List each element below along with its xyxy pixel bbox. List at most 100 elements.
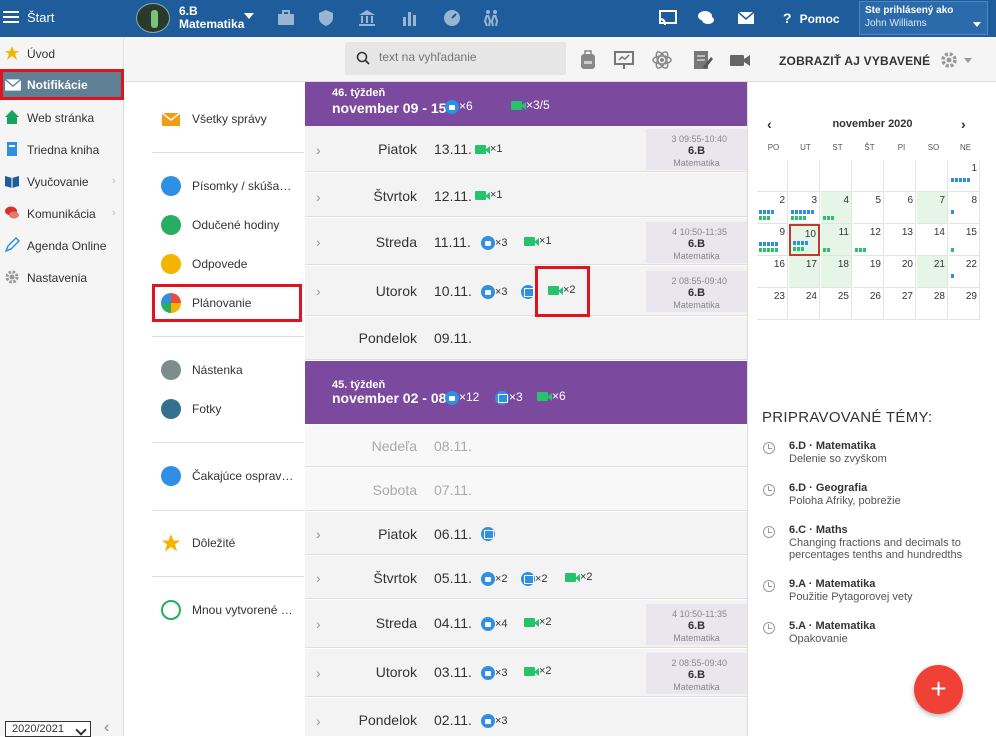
chevron-right-icon[interactable]: ›	[316, 570, 321, 586]
chevron-right-icon[interactable]: ›	[316, 665, 321, 681]
show-completed-button[interactable]: ZOBRAZIŤ AJ VYBAVENÉ	[779, 54, 930, 68]
calendar-day[interactable]: 7	[917, 192, 948, 224]
class-selector[interactable]: 6.B Matematika	[179, 5, 244, 31]
day-row[interactable]: › Štvrtok 12.11. ×1	[305, 173, 747, 217]
presentation-icon[interactable]	[613, 49, 635, 71]
menu-noticeboard[interactable]: Nástenka	[152, 351, 302, 389]
bar-chart-icon[interactable]	[401, 9, 419, 27]
day-row[interactable]: › Streda 04.11. ×4 ×2 4 10:50-11:35 6.B …	[305, 600, 747, 648]
calendar-day[interactable]: 29	[949, 288, 980, 320]
day-row[interactable]: Pondelok 09.11.	[305, 317, 747, 360]
day-row[interactable]: › Streda 11.11. ×3 ×1 4 10:50-11:35 6.B …	[305, 218, 747, 265]
calendar-day[interactable]: 13	[885, 224, 916, 256]
next-month-icon[interactable]: ›	[961, 116, 966, 132]
calendar-day[interactable]: 14	[917, 224, 948, 256]
sidebar-item-triedna-kniha[interactable]: Triedna kniha	[0, 134, 124, 164]
calendar-day[interactable]: 18	[821, 256, 852, 288]
chevron-right-icon[interactable]: ›	[316, 526, 321, 542]
calendar-day[interactable]: 2	[757, 192, 788, 224]
sidebar-item-komunikacia[interactable]: Komunikácia ›	[0, 198, 124, 228]
calendar-day[interactable]: 17	[789, 256, 820, 288]
lesson-card[interactable]: 4 10:50-11:35 6.B Matematika	[646, 222, 747, 263]
calendar-day[interactable]: 12	[853, 224, 884, 256]
menu-pending-excuses[interactable]: Čakajúce ospraved...	[152, 457, 302, 495]
institution-icon[interactable]	[358, 9, 376, 27]
calendar-day[interactable]: 11	[821, 224, 852, 256]
calendar-day[interactable]: 27	[885, 288, 916, 320]
day-row[interactable]: › Piatok 06.11.	[305, 512, 747, 555]
sidebar-item-uvod[interactable]: Úvod	[0, 38, 124, 68]
day-row[interactable]: › Pondelok 02.11. ×3	[305, 698, 747, 736]
calendar-day[interactable]: 20	[885, 256, 916, 288]
settings-dropdown-icon[interactable]	[964, 58, 972, 63]
day-row[interactable]: › Utorok 03.11. ×3 ×2 2 08:55-09:40 6.B …	[305, 649, 747, 697]
add-button[interactable]: +	[914, 665, 963, 714]
lesson-card[interactable]: 2 08:55-09:40 6.B Matematika	[646, 653, 747, 694]
video-camera-icon[interactable]	[729, 49, 751, 71]
mail-icon[interactable]	[737, 9, 755, 27]
calendar-day[interactable]: 1	[949, 160, 980, 192]
day-row[interactable]: Nedeľa 08.11.	[305, 425, 747, 467]
week-header[interactable]: 46. týždeň november 09 - 15 ×6 ×3/5	[305, 82, 747, 126]
shield-icon[interactable]	[317, 9, 335, 27]
backpack-icon[interactable]	[577, 49, 599, 71]
briefcase-icon[interactable]	[277, 9, 295, 27]
calendar-day[interactable]: 26	[853, 288, 884, 320]
chevron-right-icon[interactable]: ›	[316, 616, 321, 632]
chat-bubbles-icon[interactable]	[697, 9, 715, 27]
lesson-card[interactable]: 4 10:50-11:35 6.B Matematika	[646, 604, 747, 645]
menu-important[interactable]: Dôležité	[152, 524, 302, 562]
calendar-day[interactable]: 24	[789, 288, 820, 320]
lesson-card[interactable]: 2 08:55-09:40 6.B Matematika	[646, 271, 747, 312]
settings-gear-icon[interactable]	[940, 51, 958, 69]
chevron-right-icon[interactable]: ›	[316, 713, 321, 729]
chevron-right-icon[interactable]: ›	[316, 189, 321, 205]
start-link[interactable]: Štart	[27, 10, 54, 25]
menu-photos[interactable]: Fotky	[152, 390, 302, 428]
edit-document-icon[interactable]	[691, 49, 713, 71]
menu-created-by-me[interactable]: Mnou vytvorené prí...	[152, 591, 302, 629]
user-menu[interactable]: Ste prihlásený ako John Williams	[859, 1, 988, 35]
lesson-card[interactable]: 3 09:55-10:40 6.B Matematika	[646, 129, 747, 170]
calendar-day[interactable]: 10	[789, 224, 820, 256]
calendar-day[interactable]: 23	[757, 288, 788, 320]
calendar-day[interactable]: 3	[789, 192, 820, 224]
calendar-day[interactable]: 22	[949, 256, 980, 288]
calendar-day[interactable]: 8	[949, 192, 980, 224]
menu-all-messages[interactable]: Všetky správy	[152, 100, 302, 138]
calendar-day[interactable]: 25	[821, 288, 852, 320]
chevron-right-icon[interactable]: ›	[316, 283, 321, 299]
calendar-day[interactable]: 5	[853, 192, 884, 224]
day-row[interactable]: › Utorok 10.11. ×3 ×2 2 08:55-09:40 6.B …	[305, 266, 747, 316]
day-row[interactable]: Sobota 07.11.	[305, 468, 747, 511]
chevron-right-icon[interactable]: ›	[316, 142, 321, 158]
sidebar-item-agenda-online[interactable]: Agenda Online	[0, 230, 124, 260]
speedometer-icon[interactable]	[443, 9, 461, 27]
search-input[interactable]	[379, 50, 559, 64]
calendar-day[interactable]: 19	[853, 256, 884, 288]
menu-planning[interactable]: Plánovanie	[152, 284, 302, 322]
cast-screen-icon[interactable]	[659, 9, 677, 27]
menu-tests[interactable]: Písomky / skúšani...	[152, 167, 302, 205]
calendar-day[interactable]: 28	[917, 288, 948, 320]
sidebar-item-web-stranka[interactable]: Web stránka	[0, 102, 124, 132]
calendar-day[interactable]: 21	[917, 256, 948, 288]
day-row[interactable]: › Štvrtok 05.11. ×2 ×2 ×2	[305, 556, 747, 599]
hamburger-menu-icon[interactable]	[3, 8, 19, 23]
class-avatar[interactable]	[136, 3, 170, 33]
menu-taught-lessons[interactable]: Odučené hodiny	[152, 206, 302, 244]
calendar-day[interactable]: 4	[821, 192, 852, 224]
help-link[interactable]: ? Pomoc	[783, 10, 840, 26]
day-row[interactable]: › Piatok 13.11. ×1 3 09:55-10:40 6.B Mat…	[305, 126, 747, 172]
calendar-day[interactable]: 16	[757, 256, 788, 288]
search-box[interactable]	[345, 42, 566, 75]
class-dropdown-caret-icon[interactable]	[244, 13, 254, 19]
people-walking-icon[interactable]	[482, 9, 500, 27]
sidebar-item-nastavenia[interactable]: Nastavenia	[0, 262, 124, 292]
calendar-day[interactable]: 15	[949, 224, 980, 256]
calendar-day[interactable]: 9	[757, 224, 788, 256]
calendar-day[interactable]: 6	[885, 192, 916, 224]
chevron-right-icon[interactable]: ›	[316, 234, 321, 250]
sidebar-item-notifikacie[interactable]: Notifikácie	[0, 69, 124, 100]
menu-answers[interactable]: Odpovede	[152, 245, 302, 283]
